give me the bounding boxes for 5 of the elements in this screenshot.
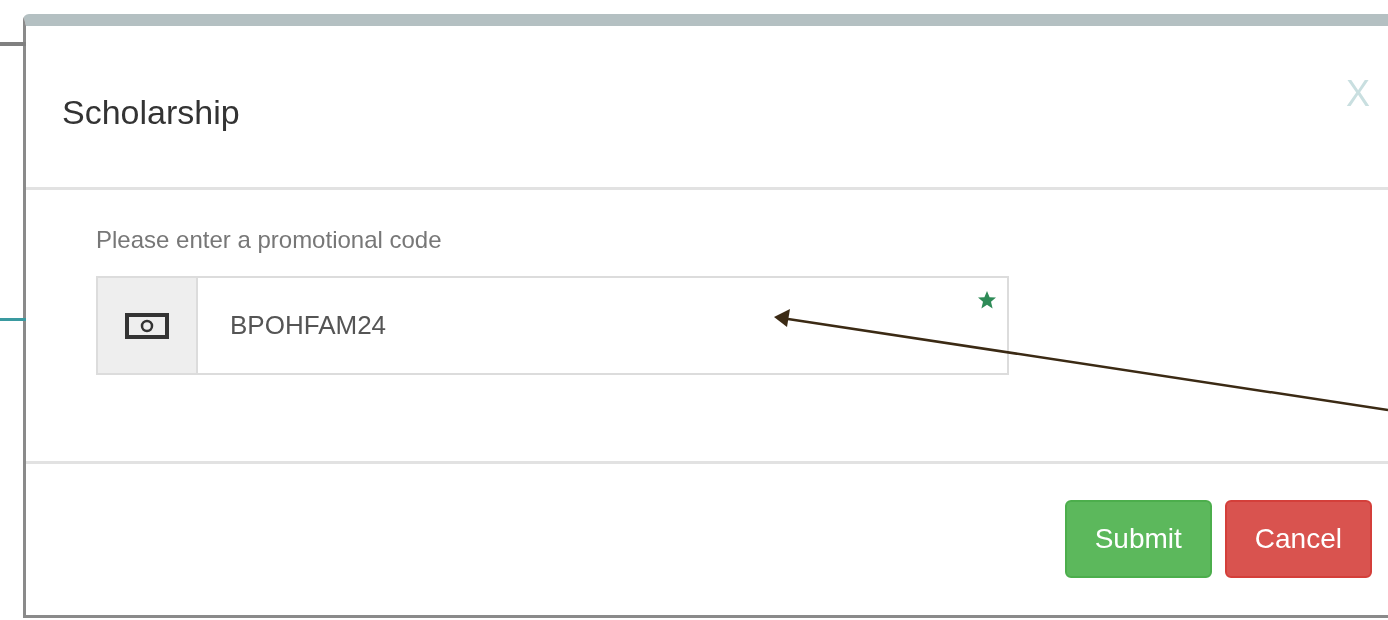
cancel-button[interactable]: Cancel (1224, 500, 1372, 578)
dialog-title: Scholarship (62, 92, 240, 132)
submit-button[interactable]: Submit (1064, 500, 1212, 578)
banknote-icon (125, 312, 169, 339)
field-label: Please enter a promotional code (96, 226, 443, 254)
